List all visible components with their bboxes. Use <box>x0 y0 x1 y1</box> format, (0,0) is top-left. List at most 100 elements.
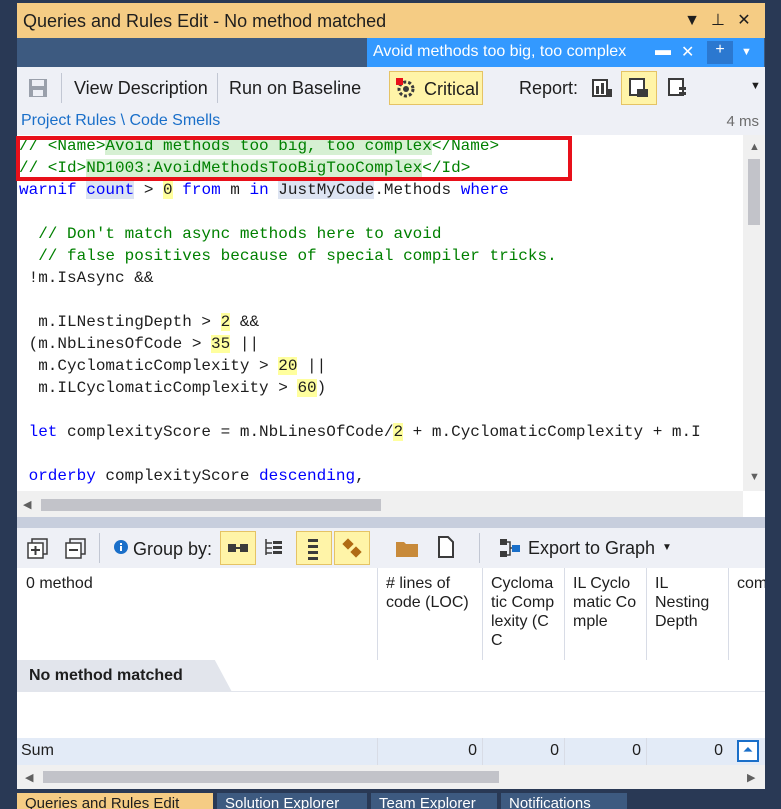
close-icon[interactable]: ✕ <box>733 10 755 32</box>
no-match-group-header: No method matched <box>17 660 232 692</box>
column-header-method[interactable]: 0 method <box>26 574 376 593</box>
report-chart-icon[interactable] <box>591 77 613 99</box>
critical-gear-icon <box>396 78 415 98</box>
column-divider <box>646 738 647 765</box>
no-match-label: No method matched <box>29 667 183 684</box>
column-header-cc[interactable]: Cyclomatic Complexity (CC <box>491 574 557 650</box>
critical-toggle-button[interactable]: Critical <box>389 71 483 105</box>
sum-row: Sum 0 0 0 0 ⏶ <box>17 738 765 765</box>
column-header-il-nesting[interactable]: IL Nesting Depth <box>655 574 725 631</box>
column-divider[interactable] <box>728 568 729 660</box>
report-list-icon[interactable] <box>667 77 689 99</box>
scroll-left-icon[interactable]: ◀ <box>25 771 33 784</box>
tab-queries-and-rules-edit[interactable]: Queries and Rules Edit <box>17 793 213 809</box>
critical-label: Critical <box>424 79 480 99</box>
expand-all-icon[interactable] <box>27 538 49 560</box>
save-icon[interactable] <box>28 78 48 98</box>
report-warning-icon <box>629 78 648 97</box>
collapse-all-icon[interactable] <box>65 538 87 560</box>
tab-close-icon[interactable]: ✕ <box>681 42 694 62</box>
scroll-right-icon[interactable]: ▶ <box>747 771 755 784</box>
document-icon[interactable] <box>437 536 455 558</box>
code-line-comment: // Don't match async methods here to avo… <box>19 225 442 243</box>
editor-vertical-scrollbar[interactable]: ▲ ▼ <box>743 135 765 491</box>
scroll-left-icon[interactable]: ◀ <box>23 498 31 511</box>
group-assembly-icon <box>228 544 248 552</box>
column-divider[interactable] <box>564 568 565 660</box>
code-line-comment: // false positives because of special co… <box>19 247 557 265</box>
keep-tab-open-icon[interactable]: ▬ <box>655 42 671 60</box>
document-tab[interactable]: Avoid methods too big, too complex ▬ ✕ +… <box>367 38 764 67</box>
breadcrumb[interactable]: Project Rules \ Code Smells <box>21 112 220 130</box>
document-tab-row: Avoid methods too big, too complex ▬ ✕ +… <box>17 38 765 67</box>
run-on-baseline-button[interactable]: Run on Baseline <box>229 78 361 99</box>
export-to-graph-button[interactable]: Export to Graph <box>528 538 655 559</box>
pin-icon[interactable]: ⊥ <box>707 10 729 32</box>
code-line: m.CyclomaticComplexity > 20 || <box>19 357 327 375</box>
scroll-up-icon[interactable]: ▲ <box>749 141 760 153</box>
bottom-tab-strip: Queries and Rules Edit Solution Explorer… <box>17 789 781 809</box>
column-divider[interactable] <box>482 568 483 660</box>
code-line: (m.NbLinesOfCode > 35 || <box>19 335 260 353</box>
tab-team-explorer[interactable]: Team Explorer <box>371 793 497 809</box>
code-line-warnif: warnif count > 0 from m in JustMyCode.Me… <box>19 181 509 199</box>
editor-horizontal-scrollbar[interactable]: ◀ <box>17 491 743 517</box>
export-graph-icon <box>500 539 520 557</box>
toolbar-overflow-icon[interactable]: ▼ <box>750 80 761 92</box>
grid-horizontal-scrollbar[interactable]: ◀ ▶ <box>17 765 765 789</box>
column-divider <box>377 738 378 765</box>
document-tab-label: Avoid methods too big, too complex <box>373 43 627 60</box>
scroll-down-icon[interactable]: ▼ <box>749 471 760 483</box>
highlight-annotation-box <box>16 136 572 181</box>
group-by-method-toggle[interactable] <box>334 531 370 565</box>
column-divider[interactable] <box>377 568 378 660</box>
tab-notifications[interactable]: Notifications <box>501 793 627 809</box>
query-code-editor[interactable]: // <Name>Avoid methods too big, too comp… <box>17 135 765 517</box>
info-icon <box>114 540 128 554</box>
new-query-dropdown-icon[interactable]: ▼ <box>741 46 752 58</box>
code-line: m.ILCyclomaticComplexity > 60) <box>19 379 327 397</box>
export-dropdown-icon[interactable]: ▼ <box>662 542 672 553</box>
group-by-label: Group by: <box>133 539 213 559</box>
panel-splitter[interactable] <box>17 517 765 528</box>
group-by-assembly-toggle[interactable] <box>220 531 256 565</box>
toolbar-separator <box>61 73 62 103</box>
column-divider <box>482 738 483 765</box>
group-method-icon <box>342 538 362 558</box>
report-label: Report: <box>519 78 579 98</box>
window-menu-dropdown-icon[interactable]: ▼ <box>681 10 703 32</box>
column-header-il-cc[interactable]: IL Cyclomatic Comple <box>573 574 641 631</box>
toolbar-separator <box>479 533 480 563</box>
column-header-loc[interactable]: # lines of code (LOC) <box>386 574 482 612</box>
results-grid: 0 method # lines of code (LOC) Cyclomati… <box>17 568 765 738</box>
code-line: let complexityScore = m.NbLinesOfCode/2 … <box>19 423 701 441</box>
sum-il-nesting: 0 <box>714 742 723 759</box>
group-by-namespace-icon[interactable] <box>263 537 285 559</box>
sum-cc: 0 <box>550 742 559 759</box>
report-warning-toggle[interactable] <box>621 71 657 105</box>
folder-icon[interactable] <box>395 538 419 558</box>
scroll-thumb[interactable] <box>41 499 381 511</box>
breadcrumb-bar: Project Rules \ Code Smells 4 ms <box>17 109 765 135</box>
collapse-sum-icon[interactable]: ⏶ <box>737 740 759 762</box>
sum-loc: 0 <box>468 742 477 759</box>
sum-il-cc: 0 <box>632 742 641 759</box>
scroll-thumb[interactable] <box>748 159 760 225</box>
tab-solution-explorer[interactable]: Solution Explorer <box>217 793 367 809</box>
group-type-icon <box>308 539 318 560</box>
column-divider <box>564 738 565 765</box>
query-toolbar: View Description Run on Baseline Critica… <box>17 67 765 109</box>
column-header-more[interactable]: com <box>737 574 765 593</box>
group-by-type-toggle[interactable] <box>296 531 332 565</box>
code-line: m.ILNestingDepth > 2 && <box>19 313 260 331</box>
column-divider[interactable] <box>646 568 647 660</box>
code-line: !m.IsAsync && <box>19 269 154 287</box>
tool-window-title-bar: Queries and Rules Edit - No method match… <box>17 3 765 38</box>
new-query-icon[interactable]: + <box>707 41 733 64</box>
results-toolbar: Group by: Export to Graph ▼ <box>17 528 765 568</box>
window-title: Queries and Rules Edit - No method match… <box>23 11 387 31</box>
view-description-button[interactable]: View Description <box>74 78 208 99</box>
toolbar-separator <box>217 73 218 103</box>
scroll-thumb[interactable] <box>43 771 499 783</box>
code-line: orderby complexityScore descending, <box>19 467 365 485</box>
